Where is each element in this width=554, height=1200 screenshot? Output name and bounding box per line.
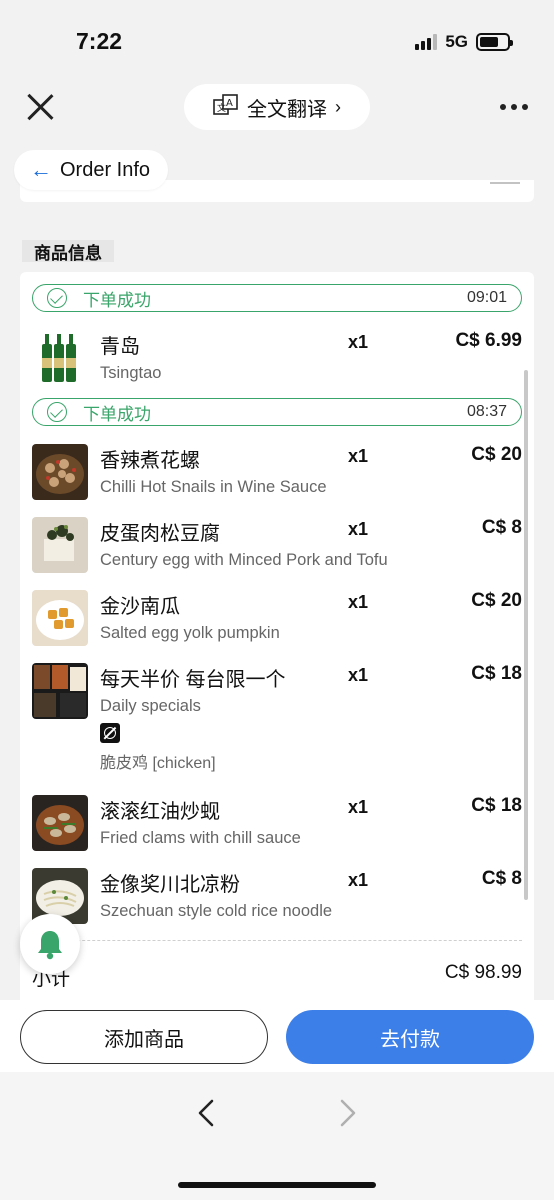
- item-price: C$ 20: [471, 444, 522, 465]
- home-indicator[interactable]: [178, 1182, 376, 1188]
- item-name-zh: 每天半价 每台限一个: [100, 669, 286, 691]
- browser-toolbar: [0, 1072, 554, 1200]
- battery-icon: [476, 33, 513, 51]
- item-name-en: Salted egg yolk pumpkin: [100, 624, 280, 642]
- items-card: 下单成功 09:01 青岛 Tsingtao x1 C$ 6.99 下单成功 0…: [20, 272, 534, 1000]
- tofu-dish-image: [32, 517, 88, 573]
- item-quantity: x1: [348, 332, 369, 352]
- item-quantity: x1: [348, 870, 369, 890]
- batch-status-text: 下单成功: [83, 290, 151, 310]
- translate-button[interactable]: 文 A 全文翻译 ›: [184, 84, 370, 130]
- top-nav: 文 A 全文翻译 ›: [0, 82, 554, 138]
- close-icon[interactable]: [26, 92, 56, 122]
- order-batch-status: 下单成功 08:37: [32, 398, 522, 426]
- item-name-zh: 青岛: [100, 336, 140, 358]
- item-quantity: x1: [348, 446, 369, 466]
- call-waiter-button[interactable]: [20, 914, 80, 974]
- chevron-right-icon: ›: [335, 96, 341, 117]
- item-name-en: Century egg with Minced Pork and Tofu: [100, 551, 388, 569]
- signal-icon: [415, 34, 438, 50]
- item-price: C$ 8: [481, 517, 522, 538]
- status-time: 7:22: [76, 28, 123, 54]
- add-items-button[interactable]: 添加商品: [20, 1010, 268, 1064]
- section-title: 商品信息: [22, 240, 114, 263]
- item-quantity: x1: [348, 519, 369, 539]
- pumpkin-dish-image: [32, 590, 88, 646]
- battery-level: [480, 37, 498, 47]
- check-circle-icon: [47, 288, 67, 308]
- item-name-zh: 滚滚红油炒蚬: [100, 801, 220, 823]
- scrollbar[interactable]: [524, 370, 528, 900]
- svg-text:文: 文: [217, 102, 226, 114]
- item-name-zh: 香辣煮花螺: [100, 450, 200, 472]
- item-modifier: 脆皮鸡 [chicken]: [100, 755, 216, 772]
- status-indicators: 5G: [415, 32, 513, 52]
- order-batch-status: 下单成功 09:01: [32, 284, 522, 312]
- svg-text:A: A: [226, 98, 233, 109]
- pay-button[interactable]: 去付款: [286, 1010, 534, 1064]
- item-name-en: Chilli Hot Snails in Wine Sauce: [100, 478, 327, 496]
- more-options-icon[interactable]: [500, 104, 528, 110]
- batch-time: 08:37: [466, 403, 507, 420]
- divider: [32, 940, 522, 941]
- check-circle-icon: [47, 402, 67, 422]
- item-price: C$ 8: [481, 868, 522, 889]
- item-name-zh: 金沙南瓜: [100, 596, 180, 618]
- chevron-right-icon[interactable]: [336, 1098, 360, 1128]
- chevron-left-icon[interactable]: [194, 1098, 218, 1128]
- snails-dish-image: [32, 444, 88, 500]
- item-quantity: x1: [348, 797, 369, 817]
- translate-label: 全文翻译: [247, 98, 327, 121]
- item-price: C$ 18: [471, 663, 522, 684]
- item-name-en: Tsingtao: [100, 364, 162, 382]
- batch-status-text: 下单成功: [83, 404, 151, 424]
- order-info-back-button[interactable]: ← Order Info: [14, 150, 169, 190]
- page-title: Order Info: [60, 158, 151, 181]
- batch-time: 09:01: [466, 289, 507, 306]
- bell-icon: [38, 931, 62, 960]
- item-name-en: Szechuan style cold rice noodle: [100, 902, 333, 920]
- item-quantity: x1: [348, 665, 369, 685]
- item-quantity: x1: [348, 592, 369, 612]
- daily-special-image: [32, 663, 88, 719]
- clams-dish-image: [32, 795, 88, 851]
- item-price: C$ 6.99: [455, 330, 522, 351]
- back-arrow-icon: ←: [30, 157, 52, 182]
- item-price: C$ 20: [471, 590, 522, 611]
- no-image-icon: [100, 723, 120, 743]
- translate-icon: 文 A: [213, 94, 238, 115]
- status-bar: 7:22 5G: [0, 0, 554, 82]
- order-content: ← Order Info 商品信息 下单成功 09:01 青岛 Tsingtao…: [0, 138, 554, 1000]
- item-name-en: Daily specials: [100, 697, 201, 715]
- network-type: 5G: [445, 32, 468, 51]
- subtotal-value: C$ 98.99: [444, 962, 522, 983]
- action-bar: 添加商品 去付款: [0, 1000, 554, 1072]
- item-price: C$ 18: [471, 795, 522, 816]
- item-name-en: Fried clams with chill sauce: [100, 829, 301, 847]
- item-name-zh: 皮蛋肉松豆腐: [100, 523, 220, 545]
- item-name-zh: 金像奖川北凉粉: [100, 874, 240, 896]
- beer-bottles-image: [32, 330, 88, 386]
